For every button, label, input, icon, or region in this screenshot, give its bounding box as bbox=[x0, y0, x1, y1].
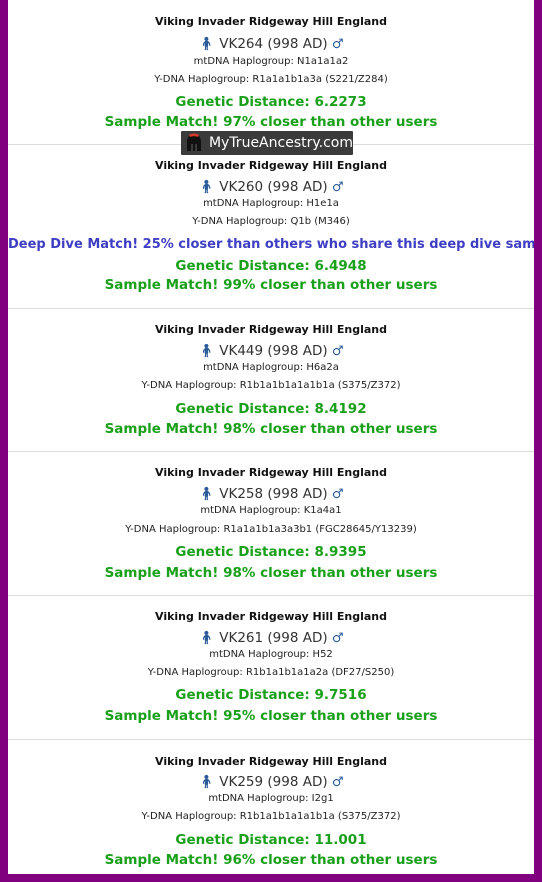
sample-id: VK264 (998 AD) bbox=[219, 36, 328, 52]
ydna-haplogroup: Y-DNA Haplogroup: R1b1a1b1a1a2a (DF27/S2… bbox=[147, 667, 395, 678]
mtdna-haplogroup: mtDNA Haplogroup: I2g1 bbox=[208, 793, 334, 804]
sample-match: Sample Match! 98% closer than other user… bbox=[104, 421, 438, 437]
watermark: MyTrueAncestry.com bbox=[181, 131, 353, 155]
sample-location-title: Viking Invader Ridgeway Hill England bbox=[155, 466, 387, 479]
sample-id: VK449 (998 AD) bbox=[219, 343, 328, 359]
genetic-distance: Genetic Distance: 11.001 bbox=[175, 832, 367, 848]
genetic-distance: Genetic Distance: 9.7516 bbox=[175, 687, 367, 703]
sample-location-title: Viking Invader Ridgeway Hill England bbox=[155, 15, 387, 28]
deep-dive-match: Deep Dive Match! 25% closer than others … bbox=[8, 237, 534, 252]
match-card: Viking Invader Ridgeway Hill England 🧍︎ … bbox=[8, 452, 534, 596]
ydna-haplogroup: Y-DNA Haplogroup: R1a1a1b1a3a (S221/Z284… bbox=[154, 74, 388, 85]
male-icon: ♂ bbox=[331, 344, 344, 359]
match-card: Viking Invader Ridgeway Hill England 🧍︎ … bbox=[8, 0, 534, 145]
match-card: Viking Invader Ridgeway Hill England 🧍︎ … bbox=[8, 309, 534, 452]
mtdna-haplogroup: mtDNA Haplogroup: H1e1a bbox=[203, 198, 339, 209]
genetic-distance: Genetic Distance: 8.4192 bbox=[175, 401, 367, 417]
sample-id-row: 🧍︎ VK259 (998 AD) ♂ bbox=[8, 774, 534, 790]
genetic-distance: Genetic Distance: 6.2273 bbox=[175, 94, 367, 110]
sample-id-row: 🧍︎ VK261 (998 AD) ♂ bbox=[8, 630, 534, 646]
person-icon: 🧍︎ bbox=[198, 631, 215, 646]
mtdna-haplogroup: mtDNA Haplogroup: H6a2a bbox=[203, 362, 339, 373]
ydna-haplogroup: Y-DNA Haplogroup: Q1b (M346) bbox=[192, 216, 350, 227]
sample-match: Sample Match! 99% closer than other user… bbox=[104, 277, 438, 293]
sample-location-title: Viking Invader Ridgeway Hill England bbox=[155, 323, 387, 336]
sample-location-title: Viking Invader Ridgeway Hill England bbox=[155, 610, 387, 623]
sample-id-row: 🧍︎ VK449 (998 AD) ♂ bbox=[8, 343, 534, 359]
sample-id: VK258 (998 AD) bbox=[219, 486, 328, 502]
sample-match: Sample Match! 95% closer than other user… bbox=[104, 708, 438, 724]
mtdna-haplogroup: mtDNA Haplogroup: N1a1a1a2 bbox=[193, 56, 349, 67]
genetic-distance: Genetic Distance: 6.4948 bbox=[175, 258, 367, 274]
person-icon: 🧍︎ bbox=[198, 344, 215, 359]
person-icon: 🧍︎ bbox=[198, 487, 215, 502]
person-icon: 🧍︎ bbox=[198, 180, 215, 195]
sample-location-title: Viking Invader Ridgeway Hill England bbox=[155, 159, 387, 172]
male-icon: ♂ bbox=[331, 775, 344, 790]
mtdna-haplogroup: mtDNA Haplogroup: H52 bbox=[209, 649, 333, 660]
sample-id-row: 🧍︎ VK260 (998 AD) ♂ bbox=[8, 179, 534, 195]
sample-match: Sample Match! 96% closer than other user… bbox=[104, 852, 438, 868]
match-card: Viking Invader Ridgeway Hill England 🧍︎ … bbox=[8, 740, 534, 874]
ydna-haplogroup: Y-DNA Haplogroup: R1b1a1b1a1a1b1a (S375/… bbox=[141, 380, 401, 391]
sample-id: VK261 (998 AD) bbox=[219, 630, 328, 646]
male-icon: ♂ bbox=[331, 180, 344, 195]
sample-id: VK259 (998 AD) bbox=[219, 774, 328, 790]
male-icon: ♂ bbox=[331, 37, 344, 52]
male-icon: ♂ bbox=[331, 631, 344, 646]
match-card: Viking Invader Ridgeway Hill England 🧍︎ … bbox=[8, 596, 534, 740]
sample-location-title: Viking Invader Ridgeway Hill England bbox=[155, 755, 387, 768]
sample-match: Sample Match! 97% closer than other user… bbox=[104, 114, 438, 130]
person-icon: 🧍︎ bbox=[198, 37, 215, 52]
watermark-brand: MyTrueAncestry.com bbox=[208, 135, 353, 151]
spartan-helmet-icon bbox=[183, 132, 205, 154]
sample-id-row: 🧍︎ VK264 (998 AD) ♂ bbox=[8, 36, 534, 52]
match-card: Viking Invader Ridgeway Hill England 🧍︎ … bbox=[8, 145, 534, 309]
results-panel: Viking Invader Ridgeway Hill England 🧍︎ … bbox=[8, 0, 534, 874]
sample-id: VK260 (998 AD) bbox=[219, 179, 328, 195]
sample-match: Sample Match! 98% closer than other user… bbox=[104, 565, 438, 581]
male-icon: ♂ bbox=[331, 487, 344, 502]
genetic-distance: Genetic Distance: 8.9395 bbox=[175, 544, 367, 560]
ydna-haplogroup: Y-DNA Haplogroup: R1b1a1b1a1a1b1a (S375/… bbox=[141, 811, 401, 822]
sample-id-row: 🧍︎ VK258 (998 AD) ♂ bbox=[8, 486, 534, 502]
mtdna-haplogroup: mtDNA Haplogroup: K1a4a1 bbox=[200, 505, 342, 516]
ydna-haplogroup: Y-DNA Haplogroup: R1a1a1b1a3a3b1 (FGC286… bbox=[125, 524, 417, 535]
person-icon: 🧍︎ bbox=[198, 775, 215, 790]
